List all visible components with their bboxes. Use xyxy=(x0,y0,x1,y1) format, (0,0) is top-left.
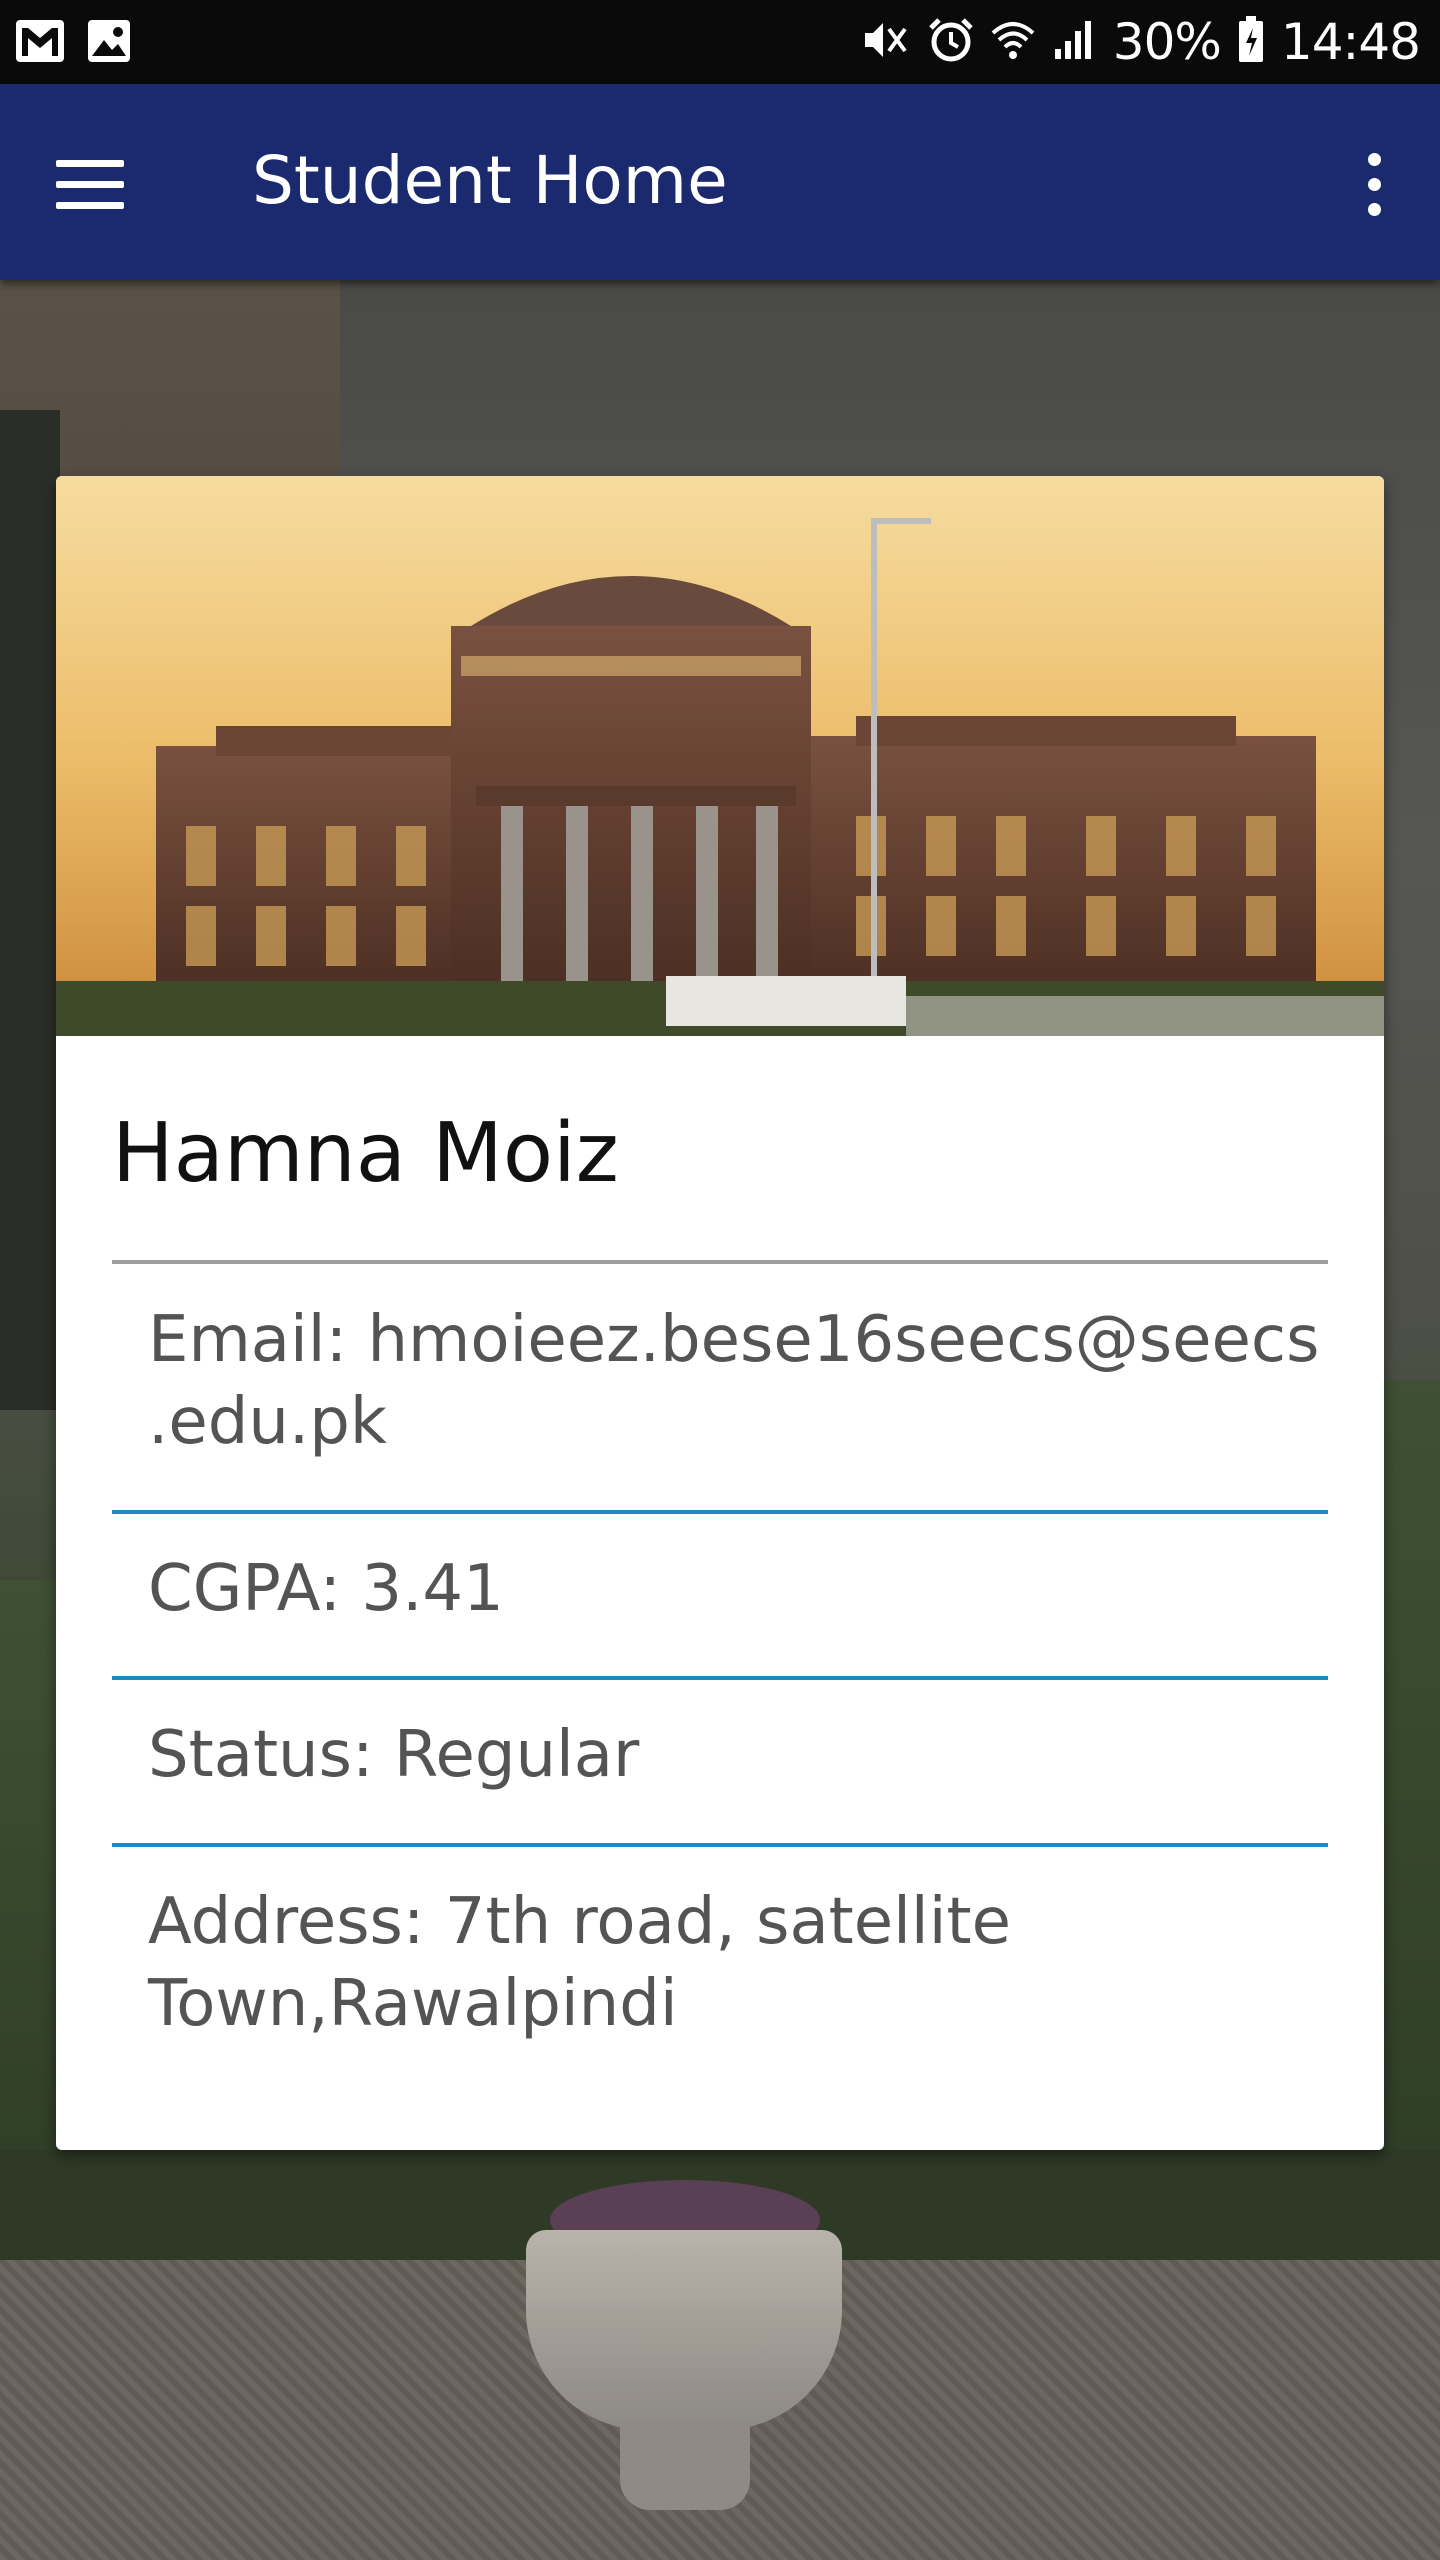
alarm-icon xyxy=(927,16,975,68)
battery-percent: 30% xyxy=(1112,13,1222,71)
cgpa-field: CGPA: 3.41 xyxy=(148,1552,504,1626)
more-vertical-icon[interactable] xyxy=(1344,144,1404,224)
name-divider xyxy=(112,1260,1328,1264)
gmail-icon xyxy=(14,18,66,68)
status-field: Status: Regular xyxy=(148,1718,640,1792)
university-building-image xyxy=(56,476,1384,1036)
status-bar: 30% 14:48 xyxy=(0,0,1440,84)
page-title: Student Home xyxy=(252,142,728,219)
app-bar: Student Home xyxy=(0,84,1440,280)
address-line-2: Town,Rawalpindi xyxy=(148,1967,678,2041)
status-right: 30% 14:48 xyxy=(861,0,1421,84)
clock: 14:48 xyxy=(1280,13,1421,71)
student-card: Hamna Moiz Email: hmoieez.bese16seecs@se… xyxy=(56,476,1384,2150)
student-name: Hamna Moiz xyxy=(112,1106,619,1201)
address-field: Address: 7th road, satellite Town,Rawalp… xyxy=(148,1881,1348,2045)
row-divider xyxy=(112,1676,1328,1680)
address-line-1: Address: 7th road, satellite xyxy=(148,1885,1011,1959)
row-divider xyxy=(112,1843,1328,1847)
wifi-icon xyxy=(991,17,1035,67)
status-left-icons xyxy=(14,18,132,68)
email-line-2: .edu.pk xyxy=(148,1385,387,1459)
row-divider xyxy=(112,1510,1328,1514)
signal-icon xyxy=(1051,17,1097,67)
email-field: Email: hmoieez.bese16seecs@seecs .edu.pk xyxy=(148,1299,1348,1463)
email-line-1: Email: hmoieez.bese16seecs@seecs xyxy=(148,1303,1320,1377)
hamburger-menu-icon[interactable] xyxy=(56,144,136,224)
gallery-icon xyxy=(86,18,132,68)
battery-icon xyxy=(1237,16,1265,68)
mute-vibrate-icon xyxy=(861,17,911,67)
